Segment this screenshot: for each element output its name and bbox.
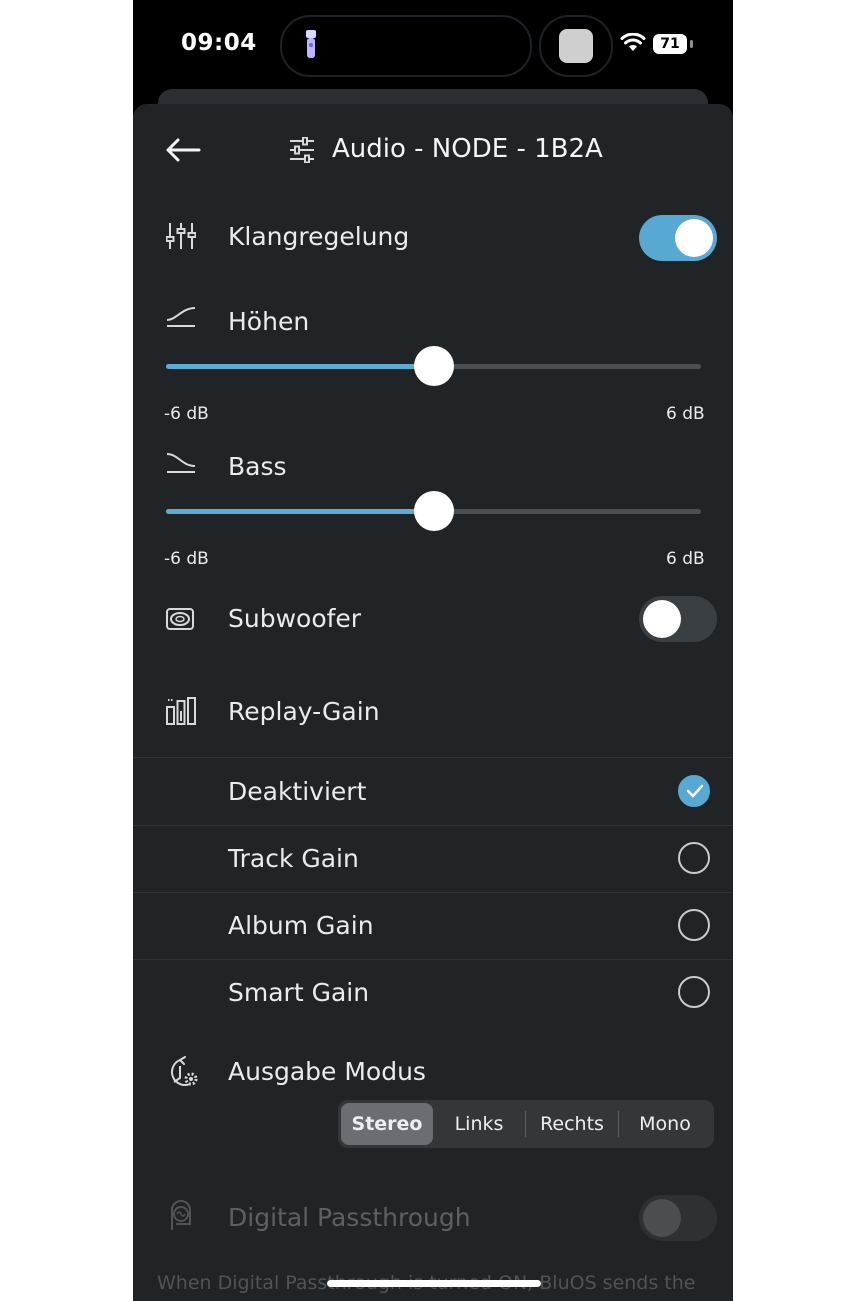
toggle-knob (675, 219, 713, 257)
segment-rechts[interactable]: Rechts (526, 1103, 618, 1145)
divider (133, 757, 733, 758)
divider (133, 825, 733, 826)
output-mode-segmented-control[interactable]: Stereo Links Rechts Mono (338, 1100, 714, 1148)
output-mode-label: Ausgabe Modus (228, 1057, 426, 1086)
digital-passthrough-icon (171, 1200, 191, 1230)
replay-option-track-gain[interactable]: Track Gain (228, 844, 359, 873)
treble-label: Höhen (228, 307, 310, 336)
tone-control-label: Klangregelung (228, 222, 410, 251)
app-thumbnail-icon (559, 29, 593, 63)
status-time: 09:04 (181, 30, 257, 56)
replay-option-album-gain[interactable]: Album Gain (228, 911, 374, 940)
live-activity[interactable] (539, 15, 613, 77)
radio-track-gain[interactable] (678, 842, 710, 874)
bass-label: Bass (228, 452, 287, 481)
radio-smart-gain[interactable] (678, 976, 710, 1008)
sliders-icon (290, 137, 314, 163)
subwoofer-icon (166, 608, 194, 630)
slider-fill (166, 509, 434, 514)
replay-gain-icon (166, 697, 196, 725)
replay-gain-label: Replay-Gain (228, 697, 380, 726)
divider (133, 959, 733, 960)
bass-curve-icon (166, 453, 196, 473)
replay-option-smart-gain[interactable]: Smart Gain (228, 978, 369, 1007)
back-arrow-icon[interactable] (163, 136, 203, 164)
slider-thumb[interactable] (413, 346, 454, 386)
bass-max-label: 6 dB (666, 549, 705, 569)
battery-indicator: 71 (653, 34, 687, 54)
tone-control-toggle[interactable] (639, 215, 717, 261)
segment-mono[interactable]: Mono (619, 1103, 711, 1145)
home-indicator[interactable] (327, 1280, 541, 1287)
divider (133, 892, 733, 893)
slider-fill (166, 364, 434, 369)
audio-settings-sheet: Audio - NODE - 1B2A Klangregelung Höhen … (133, 104, 733, 1301)
toggle-knob (643, 600, 681, 638)
flashlight-icon (306, 30, 316, 58)
output-mode-icon (171, 1056, 198, 1086)
dynamic-island[interactable] (280, 15, 532, 77)
radio-deaktiviert[interactable] (678, 775, 710, 807)
battery-nub (690, 40, 693, 48)
digital-passthrough-label: Digital Passthrough (228, 1203, 471, 1232)
replay-option-deaktiviert[interactable]: Deaktiviert (228, 777, 366, 806)
checkmark-icon (686, 784, 704, 798)
toggle-knob (643, 1199, 681, 1237)
bass-min-label: -6 dB (164, 549, 209, 569)
page-title: Audio - NODE - 1B2A (332, 134, 603, 164)
digital-passthrough-toggle[interactable] (639, 1195, 717, 1241)
treble-slider[interactable] (166, 346, 701, 386)
segment-stereo[interactable]: Stereo (341, 1103, 433, 1145)
phone-screen: 09:04 71 Audio - NODE - 1B2A Klangregelu… (133, 0, 733, 1301)
equalizer-icon (166, 223, 196, 249)
radio-album-gain[interactable] (678, 909, 710, 941)
treble-max-label: 6 dB (666, 404, 705, 424)
segment-links[interactable]: Links (433, 1103, 525, 1145)
subwoofer-label: Subwoofer (228, 604, 362, 633)
treble-min-label: -6 dB (164, 404, 209, 424)
treble-curve-icon (166, 307, 196, 327)
subwoofer-toggle[interactable] (639, 596, 717, 642)
slider-thumb[interactable] (413, 491, 454, 531)
bass-slider[interactable] (166, 491, 701, 531)
wifi-icon (620, 33, 646, 51)
